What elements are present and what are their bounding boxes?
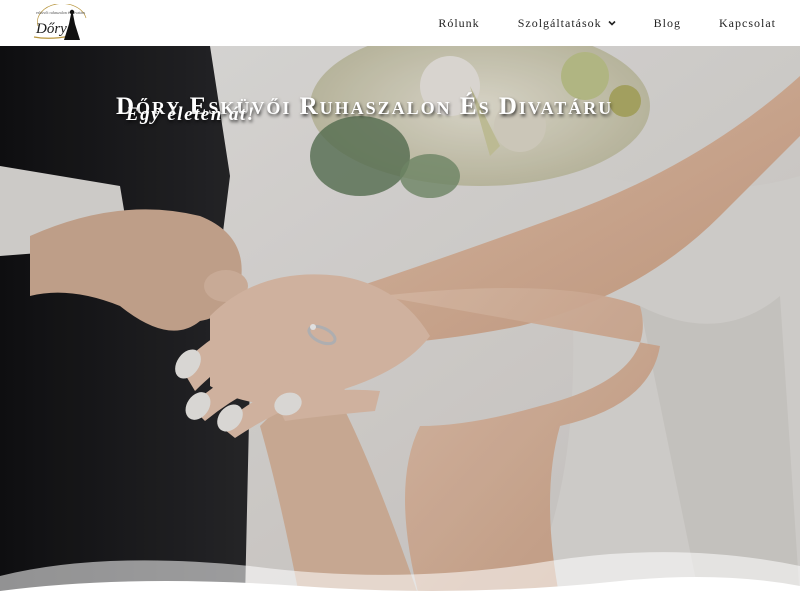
site-header: esküvői ruhaszalon és divatáru Dőry Rólu… (0, 0, 800, 46)
hero-section: Dőry Esküvői Ruhaszalon És Divatáru Egy … (0, 46, 800, 600)
nav-label: Blog (653, 15, 682, 30)
bride-silhouette-icon: esküvői ruhaszalon és divatáru Dőry (33, 3, 87, 40)
nav-label: Kapcsolat (719, 15, 776, 30)
logo[interactable]: esküvői ruhaszalon és divatáru Dőry (30, 3, 94, 44)
hero-subtitle: Egy életen át! (126, 104, 256, 125)
nav-label: Szolgáltatások (517, 15, 602, 30)
main-nav: Rólunk Szolgáltatások Blog Kapcsolat (400, 0, 776, 46)
hero-photo (0, 46, 800, 600)
nav-item-blog[interactable]: Blog (654, 16, 681, 31)
nav-label: Rólunk (438, 15, 480, 30)
logo-arc-text: esküvői ruhaszalon és divatáru (36, 10, 85, 15)
chevron-down-icon (608, 20, 616, 26)
nav-item-rolunk[interactable]: Rólunk (438, 16, 479, 31)
nav-item-szolgaltatasok[interactable]: Szolgáltatások (518, 16, 616, 31)
logo-wordmark: Dőry (35, 21, 67, 37)
nav-item-kapcsolat[interactable]: Kapcsolat (719, 16, 776, 31)
